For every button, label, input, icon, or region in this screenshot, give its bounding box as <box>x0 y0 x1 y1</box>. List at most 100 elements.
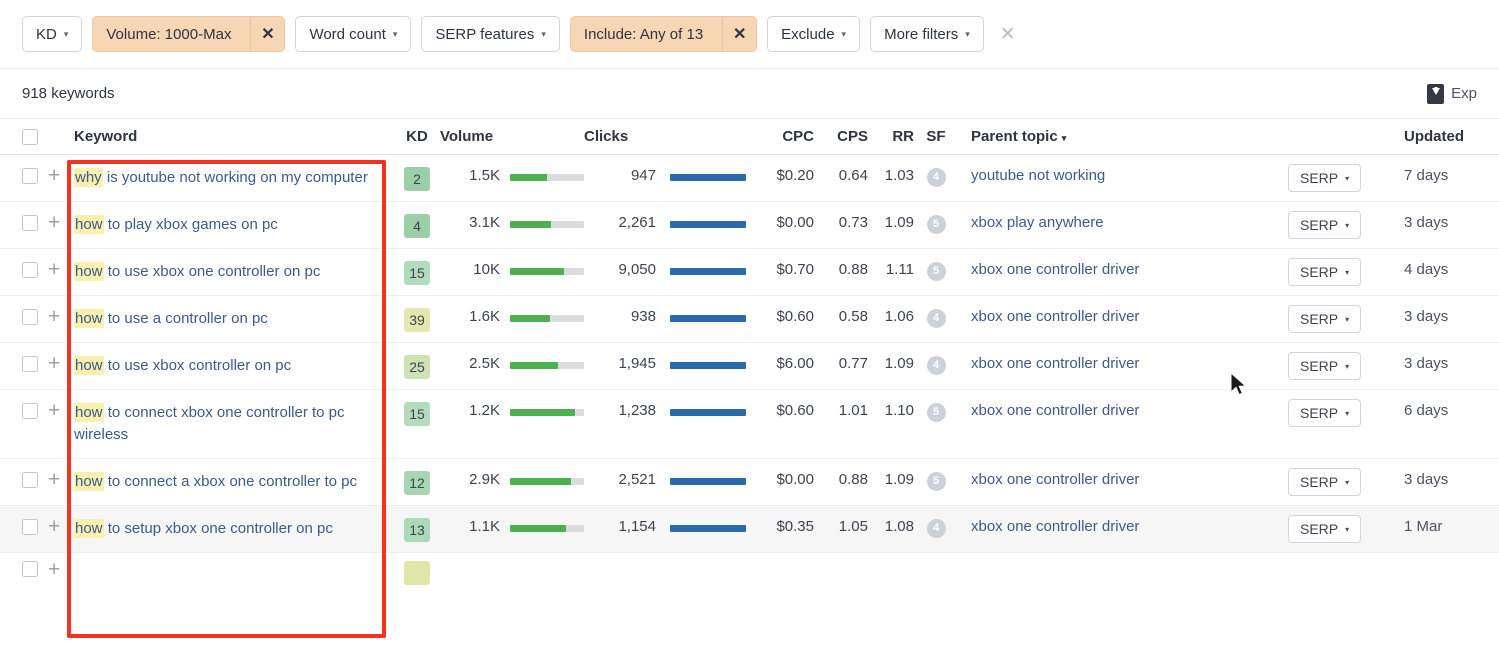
parent-topic-link[interactable]: xbox one controller driver <box>971 471 1139 488</box>
row-checkbox[interactable] <box>22 472 38 488</box>
row-add-cell: + <box>48 202 74 233</box>
keyword-link[interactable]: how to use xbox controller on pc <box>74 356 291 375</box>
filter-chip-include-any-of-13[interactable]: Include: Any of 13✕ <box>570 16 757 52</box>
parent-topic-link[interactable]: xbox one controller driver <box>971 355 1139 372</box>
row-add-cell: + <box>48 390 74 421</box>
row-checkbox[interactable] <box>22 168 38 184</box>
filter-chip-remove-icon[interactable]: ✕ <box>250 17 284 51</box>
add-keyword-icon[interactable]: + <box>48 211 60 234</box>
parent-topic-cell: xbox one controller driver <box>958 459 1288 500</box>
parent-topic-link[interactable]: xbox play anywhere <box>971 214 1104 231</box>
filter-chip-kd[interactable]: KD▾ <box>22 16 82 52</box>
add-keyword-icon[interactable]: + <box>48 164 60 187</box>
table-row[interactable]: +how to use xbox controller on pc252.5K1… <box>0 343 1499 390</box>
keyword-explorer-app: KD▾Volume: 1000-Max✕Word count▾SERP feat… <box>0 0 1499 657</box>
keyword-rest: to setup xbox one controller on pc <box>104 520 333 537</box>
column-header-kd[interactable]: KD <box>394 128 440 145</box>
filter-chip-volume-1000-max[interactable]: Volume: 1000-Max✕ <box>92 16 285 52</box>
export-download-icon <box>1427 84 1444 104</box>
serp-button[interactable]: SERP▾ <box>1288 515 1361 543</box>
serp-button[interactable]: SERP▾ <box>1288 211 1361 239</box>
table-row[interactable]: + how to connect a xbox one controller to… <box>0 459 1499 506</box>
keyword-link[interactable]: how to connect xbox one controller to pc… <box>74 403 345 443</box>
add-keyword-icon[interactable]: + <box>48 258 60 281</box>
parent-topic-link[interactable]: xbox one controller driver <box>971 261 1139 278</box>
keyword-link[interactable]: how to play xbox games on pc <box>74 215 278 234</box>
clicks-bar-cell <box>656 390 746 416</box>
column-header-keyword[interactable]: Keyword <box>74 128 394 145</box>
cps-cell: 0.88 <box>814 249 868 278</box>
column-header-updated[interactable]: Updated <box>1398 128 1499 145</box>
clear-all-filters-icon[interactable]: ✕ <box>1000 25 1016 44</box>
add-keyword-icon[interactable]: + <box>48 515 60 538</box>
row-checkbox[interactable] <box>22 561 38 577</box>
keyword-highlight: how <box>74 403 104 422</box>
add-keyword-icon[interactable]: + <box>48 399 60 422</box>
column-header-sf[interactable]: SF <box>914 128 958 145</box>
table-row[interactable]: + how to setup xbox one controller on pc 1… <box>0 506 1499 553</box>
add-keyword-icon[interactable]: + <box>48 468 60 491</box>
serp-button[interactable]: SERP▾ <box>1288 305 1361 333</box>
cpc-cell: $0.70 <box>746 249 814 278</box>
table-row[interactable]: +how to use xbox one controller on pc151… <box>0 249 1499 296</box>
rr-cell: 1.08 <box>868 506 914 535</box>
table-row-partial[interactable]: + <box>0 553 1499 585</box>
add-keyword-icon[interactable]: + <box>48 558 60 581</box>
table-row[interactable]: + how to connect xbox one controller to p… <box>0 390 1499 459</box>
filter-chip-exclude[interactable]: Exclude▾ <box>767 16 860 52</box>
column-header-cps[interactable]: CPS <box>814 128 868 145</box>
serp-button[interactable]: SERP ▾ <box>1288 164 1361 192</box>
keyword-link[interactable]: how to connect a xbox one controller to … <box>74 472 357 491</box>
chevron-down-icon: ▾ <box>64 30 69 39</box>
column-header-parent-topic[interactable]: Parent topic▾ <box>958 128 1288 145</box>
filter-chip-serp-features[interactable]: SERP features▾ <box>421 16 559 52</box>
row-checkbox[interactable] <box>22 309 38 325</box>
table-row[interactable]: +how to use a controller on pc391.6K938$… <box>0 296 1499 343</box>
row-checkbox[interactable] <box>22 356 38 372</box>
column-header-rr[interactable]: RR <box>868 128 914 145</box>
export-button[interactable]: Exp <box>1427 84 1477 104</box>
keyword-link[interactable]: how to setup xbox one controller on pc <box>74 519 333 538</box>
filter-chip-word-count[interactable]: Word count▾ <box>295 16 411 52</box>
serp-button[interactable]: SERP▾ <box>1288 399 1361 427</box>
chevron-down-icon: ▾ <box>1345 174 1349 183</box>
keyword-rest: to connect xbox one controller to pc wir… <box>74 404 345 443</box>
keyword-link[interactable]: why is youtube not working on my compute… <box>74 168 368 187</box>
parent-topic-link[interactable]: xbox one controller driver <box>971 308 1139 325</box>
table-row[interactable]: +how to play xbox games on pc43.1K2,261$… <box>0 202 1499 249</box>
column-header-cpc[interactable]: CPC <box>746 128 814 145</box>
keyword-link[interactable]: how to use xbox one controller on pc <box>74 262 320 281</box>
row-checkbox[interactable] <box>22 262 38 278</box>
row-checkbox[interactable] <box>22 215 38 231</box>
serp-button-label: SERP <box>1300 405 1338 421</box>
row-checkbox[interactable] <box>22 519 38 535</box>
serp-button[interactable]: SERP▾ <box>1288 258 1361 286</box>
row-checkbox[interactable] <box>22 403 38 419</box>
filter-chip-remove-icon[interactable]: ✕ <box>722 17 756 51</box>
column-header-volume[interactable]: Volume <box>440 128 500 145</box>
clicks-bar-fill <box>670 362 746 369</box>
volume-bar-fill <box>510 268 564 275</box>
parent-topic-link[interactable]: xbox one controller driver <box>971 402 1139 419</box>
serp-button[interactable]: SERP▾ <box>1288 468 1361 496</box>
keyword-count-label: 918 keywords <box>22 85 115 102</box>
rr-cell: 1.10 <box>868 390 914 419</box>
rr-cell: 1.09 <box>868 202 914 231</box>
filter-chip-more-filters[interactable]: More filters▾ <box>870 16 984 52</box>
keyword-highlight: how <box>74 519 104 538</box>
parent-topic-link[interactable]: youtube not working <box>971 167 1105 184</box>
keyword-link[interactable]: how to use a controller on pc <box>74 309 268 328</box>
kd-cell: 13 <box>394 506 440 542</box>
serp-button[interactable]: SERP▾ <box>1288 352 1361 380</box>
select-all-checkbox[interactable] <box>22 129 38 145</box>
chevron-down-icon: ▾ <box>842 30 847 39</box>
add-keyword-icon[interactable]: + <box>48 305 60 328</box>
parent-topic-link[interactable]: xbox one controller driver <box>971 518 1139 535</box>
table-row[interactable]: + why is youtube not working on my comput… <box>0 155 1499 202</box>
add-keyword-icon[interactable]: + <box>48 352 60 375</box>
volume-bar-track <box>510 174 584 181</box>
serp-button-label: SERP <box>1300 170 1338 186</box>
rr-cell: 1.09 <box>868 343 914 372</box>
sf-badge: 5 <box>927 262 946 281</box>
column-header-clicks[interactable]: Clicks <box>584 128 656 145</box>
